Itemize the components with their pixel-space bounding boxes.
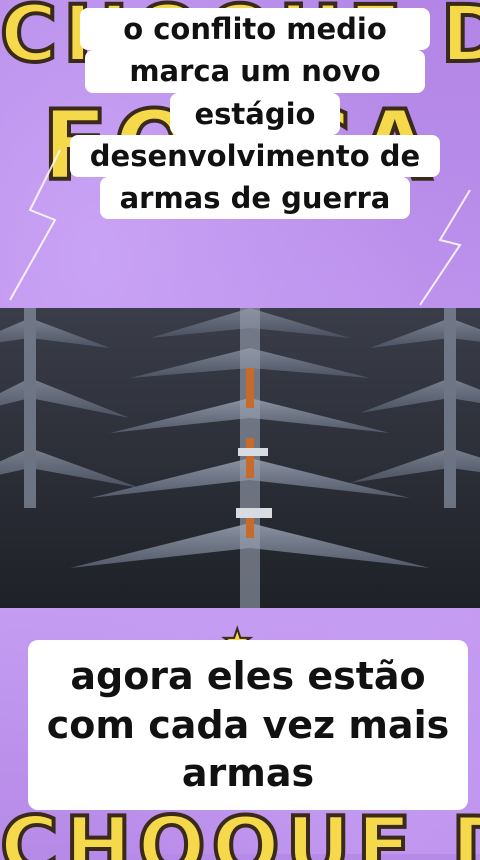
top-caption-line: estágio bbox=[170, 92, 340, 135]
bottom-caption-line: com cada vez mais bbox=[46, 702, 450, 747]
top-caption-line: armas de guerra bbox=[100, 177, 410, 220]
drones-image bbox=[0, 308, 480, 608]
bottom-caption-line: armas bbox=[181, 751, 315, 796]
bottom-caption: agora eles estão com cada vez mais armas bbox=[28, 640, 468, 810]
top-caption-line: desenvolvimento de bbox=[70, 134, 440, 177]
video-frame[interactable] bbox=[0, 308, 480, 608]
top-caption-line: o conflito medio bbox=[80, 8, 430, 51]
background-title-bottom: CHOQUE DE bbox=[0, 800, 480, 860]
top-caption: o conflito medio marca um novo estágio d… bbox=[69, 8, 441, 220]
bottom-caption-line: agora eles estão bbox=[70, 654, 426, 698]
top-caption-line: marca um novo bbox=[85, 50, 425, 93]
